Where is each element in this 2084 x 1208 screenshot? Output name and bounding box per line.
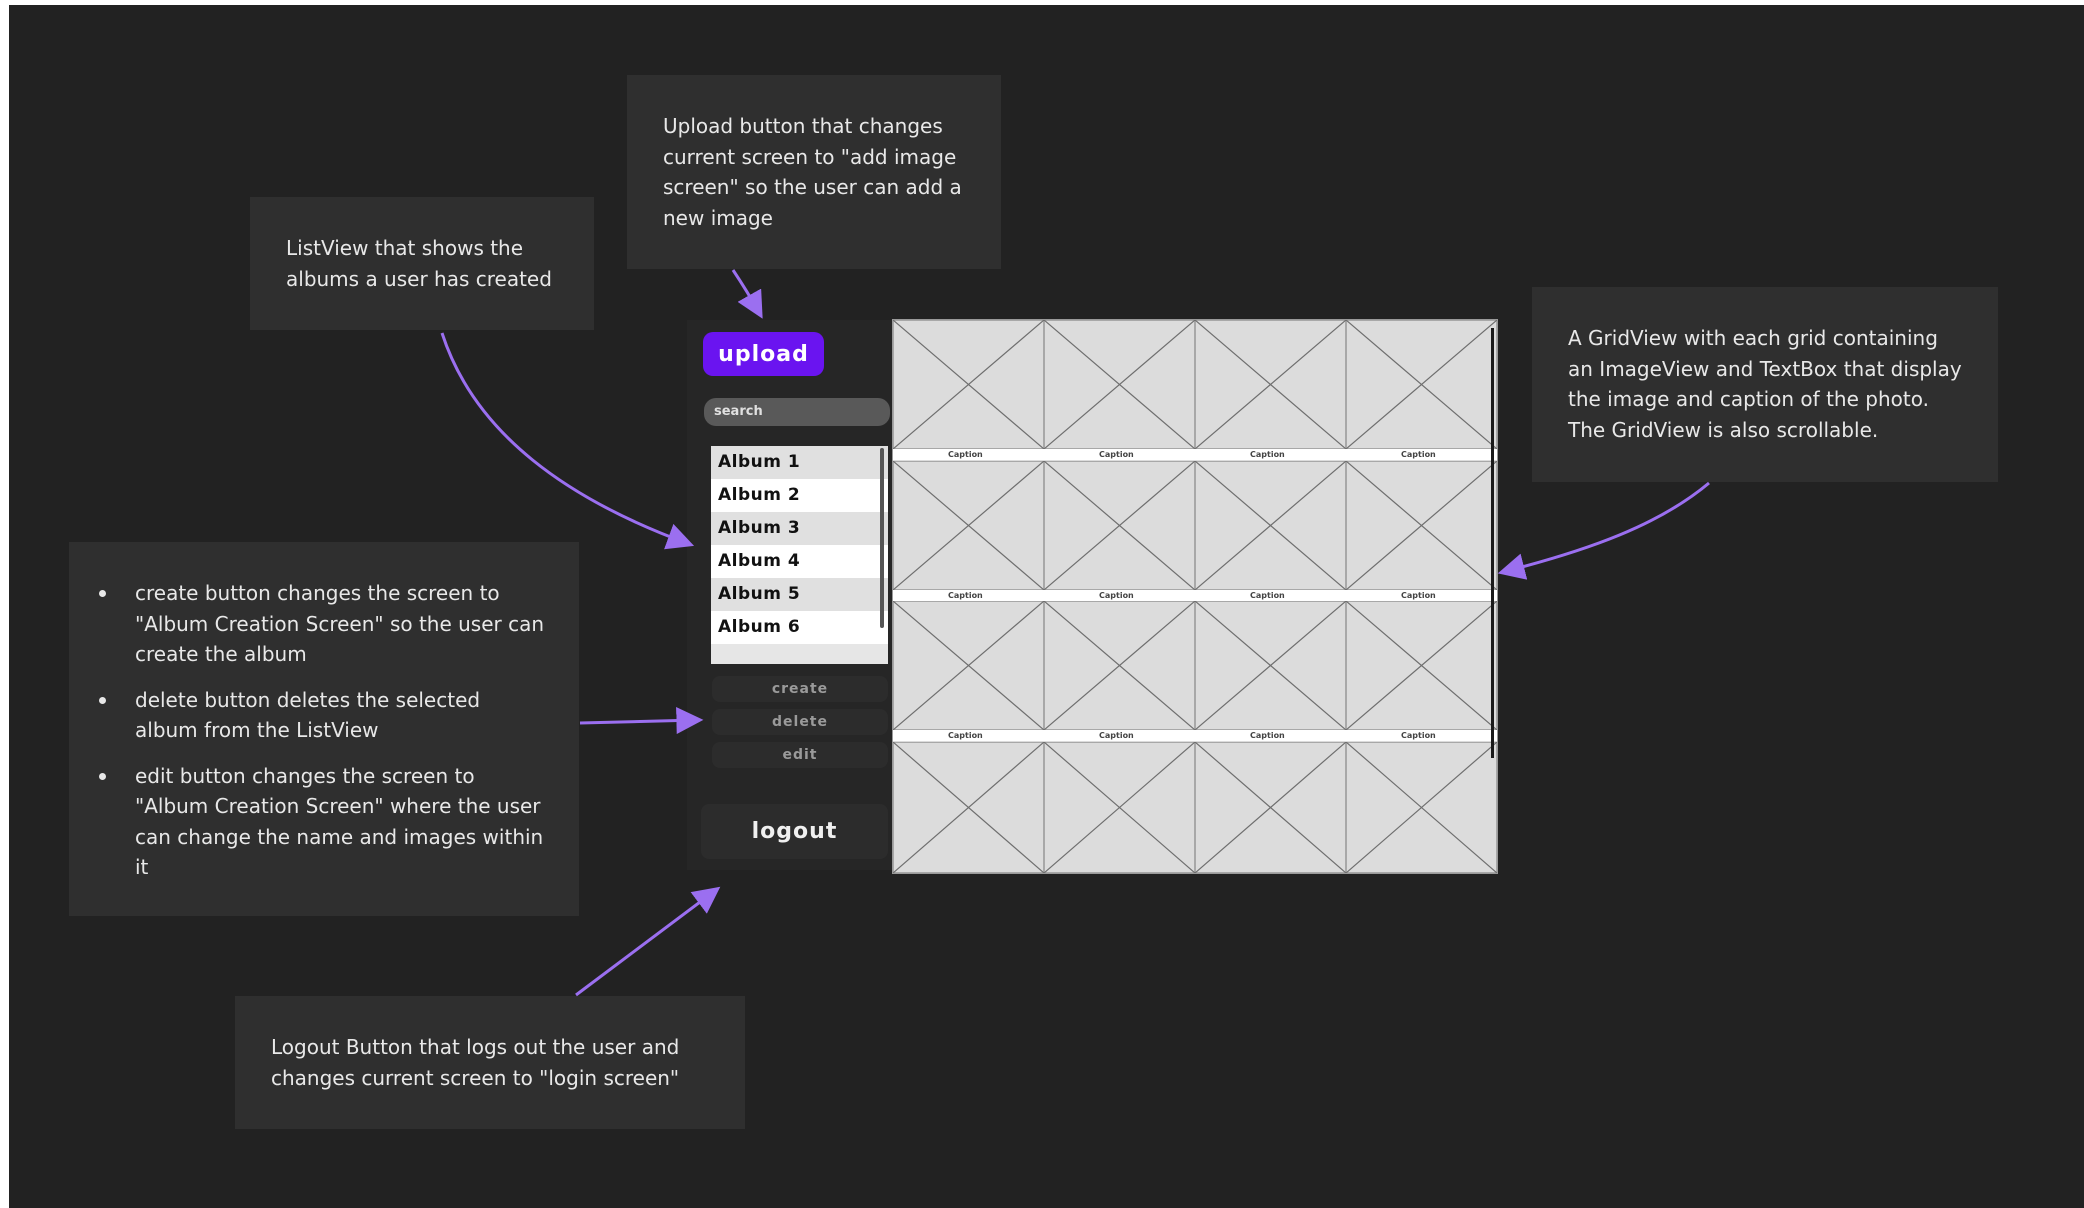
annotation-arrows (440, 269, 1710, 997)
diagram-canvas: Upload button that changes current scree… (9, 5, 2084, 1208)
logout-arrow (575, 886, 721, 997)
upload-arrow (731, 269, 763, 319)
listview-arrow (440, 332, 695, 550)
buttons-arrow (579, 707, 704, 735)
gridview-arrow (1497, 481, 1710, 580)
